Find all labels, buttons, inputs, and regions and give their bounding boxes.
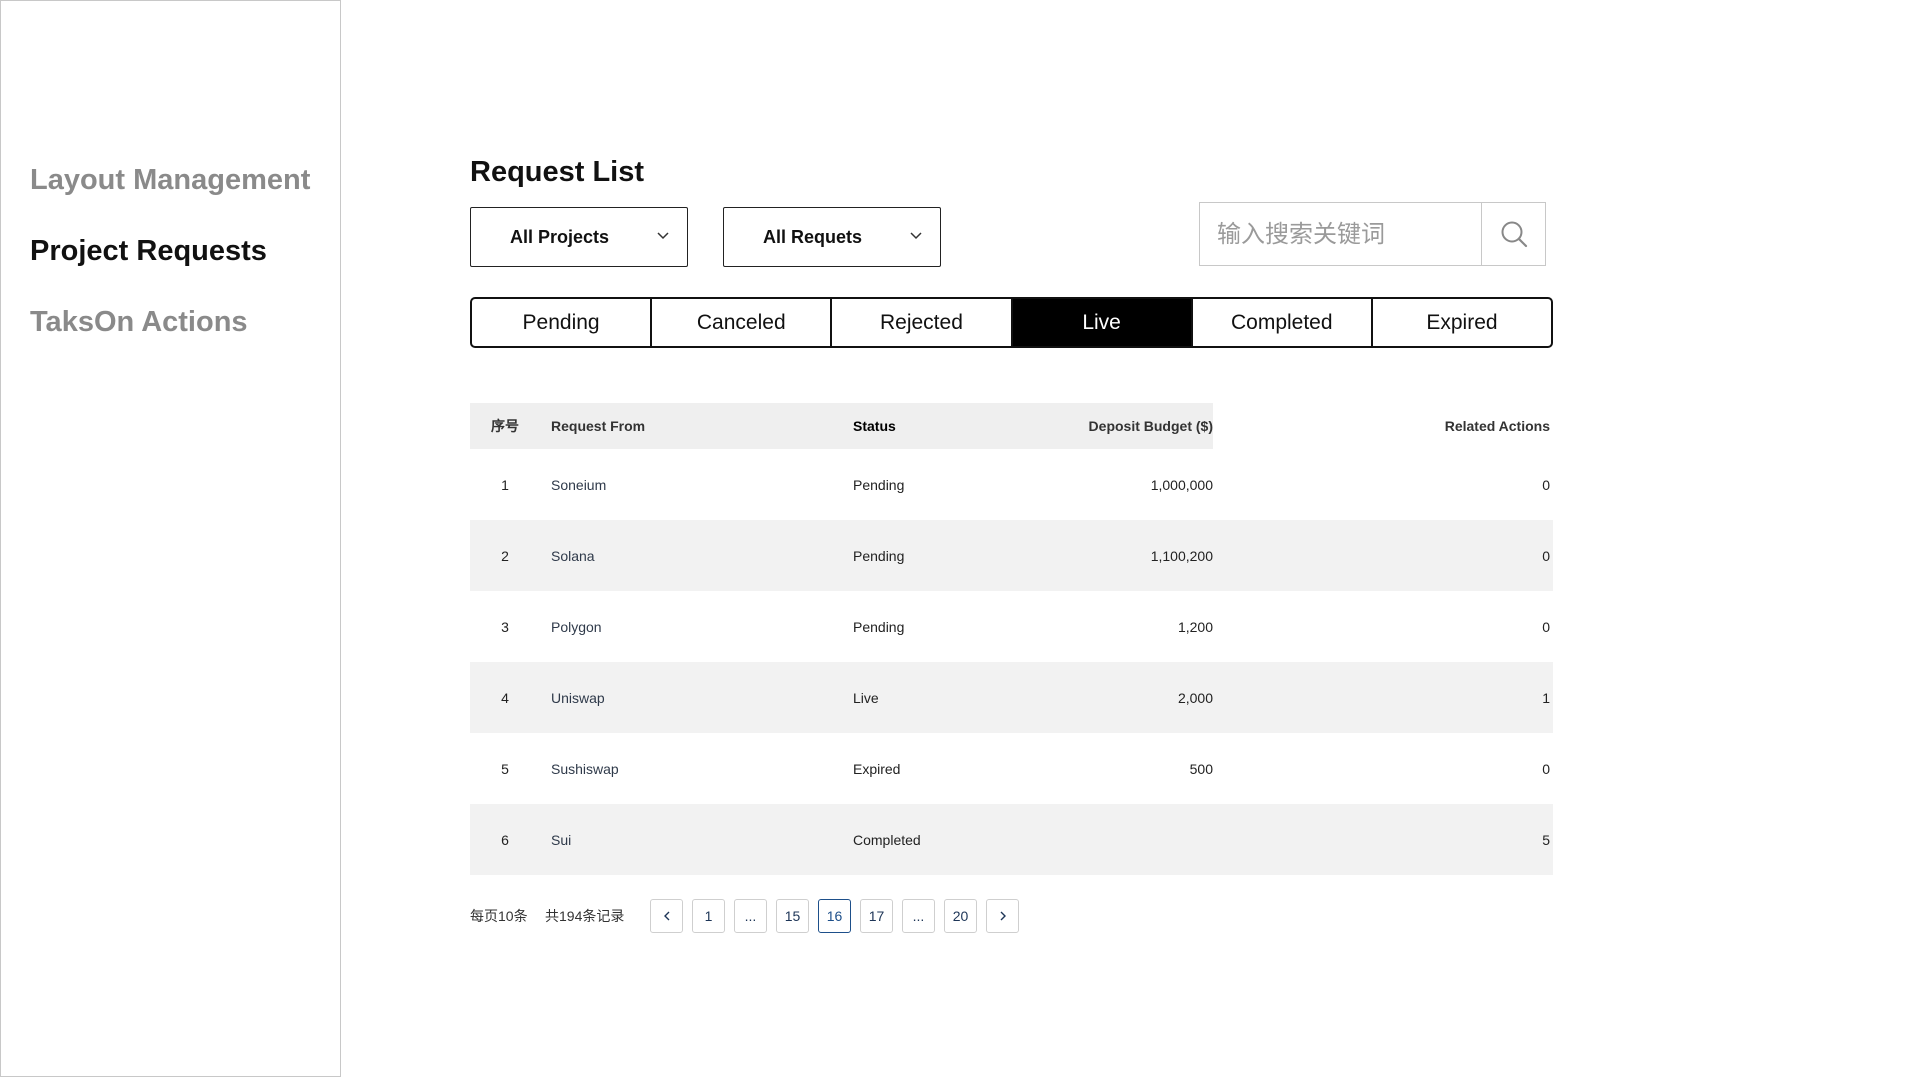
table-row[interactable]: 4 Uniswap Live 2,000 1 xyxy=(470,662,1553,733)
row-index: 3 xyxy=(501,618,509,635)
row-deposit-budget: 500 xyxy=(1189,760,1213,777)
row-related-actions: 0 xyxy=(1542,547,1550,564)
row-index: 2 xyxy=(501,547,509,564)
row-status: Pending xyxy=(853,476,905,493)
row-status: Expired xyxy=(853,760,901,777)
tab-pending[interactable]: Pending xyxy=(472,299,653,346)
row-status: Live xyxy=(853,689,879,706)
page-ellipsis[interactable]: ... xyxy=(734,899,767,933)
row-index: 6 xyxy=(501,831,509,848)
row-status: Pending xyxy=(853,618,905,635)
tab-completed[interactable]: Completed xyxy=(1193,299,1373,346)
row-status: Pending xyxy=(853,547,905,564)
projects-filter-label: All Projects xyxy=(510,226,610,247)
row-deposit-budget: 1,200 xyxy=(1177,618,1213,635)
row-related-actions: 0 xyxy=(1542,618,1550,635)
row-deposit-budget: 2,000 xyxy=(1177,689,1213,706)
row-related-actions: 0 xyxy=(1542,476,1550,493)
search-input[interactable] xyxy=(1200,203,1481,265)
table-row[interactable]: 5 Sushiswap Expired 500 0 xyxy=(470,733,1553,804)
chevron-down-icon xyxy=(657,232,669,240)
row-deposit-budget: 1,100,200 xyxy=(1150,547,1213,564)
requests-filter-dropdown[interactable]: All Requets xyxy=(723,207,941,267)
chevron-right-icon xyxy=(1000,911,1006,921)
row-related-actions: 5 xyxy=(1542,831,1550,848)
chevron-down-icon xyxy=(910,232,922,240)
search-icon xyxy=(1501,221,1527,248)
request-table: 序号 Request From Status Deposit Budget ($… xyxy=(470,403,1553,875)
per-page-info: 每页10条 xyxy=(470,908,528,924)
row-request-from: Soneium xyxy=(551,476,607,493)
row-request-from: Sui xyxy=(551,831,572,848)
next-page-button[interactable] xyxy=(986,899,1019,933)
page-button[interactable]: 20 xyxy=(944,899,977,933)
page-button[interactable]: 15 xyxy=(776,899,809,933)
tab-live[interactable]: Live xyxy=(1012,299,1193,346)
row-deposit-budget: 1,000,000 xyxy=(1150,476,1213,493)
sidebar-item-project-requests[interactable]: Project Requests xyxy=(30,235,267,268)
page-button[interactable]: 17 xyxy=(860,899,893,933)
search-button[interactable] xyxy=(1481,203,1545,265)
header-status: Status xyxy=(853,418,896,434)
page-button[interactable]: 1 xyxy=(692,899,725,933)
row-status: Completed xyxy=(853,831,921,848)
sidebar-item-layout-management[interactable]: Layout Management xyxy=(30,164,310,197)
pagination: 每页10条 共194条记录 1 ... 15 16 17 ... 20 xyxy=(470,899,1070,933)
row-request-from: Solana xyxy=(551,547,595,564)
header-deposit-budget: Deposit Budget ($) xyxy=(1088,418,1213,434)
main-content: Request List All Projects All Requets Pe… xyxy=(470,0,1570,1077)
row-related-actions: 1 xyxy=(1542,689,1550,706)
table-row[interactable]: 3 Polygon Pending 1,200 0 xyxy=(470,591,1553,662)
row-request-from: Uniswap xyxy=(551,689,605,706)
sidebar-item-takson-actions[interactable]: TaksOn Actions xyxy=(30,306,248,339)
header-request-from: Request From xyxy=(551,418,646,434)
chevron-left-icon xyxy=(663,911,669,921)
tab-rejected[interactable]: Rejected xyxy=(832,299,1013,346)
tab-canceled[interactable]: Canceled xyxy=(652,299,833,346)
tab-expired[interactable]: Expired xyxy=(1373,299,1551,346)
total-records-info: 共194条记录 xyxy=(545,908,625,924)
page-ellipsis[interactable]: ... xyxy=(902,899,935,933)
table-header: 序号 Request From Status Deposit Budget ($… xyxy=(470,403,1553,449)
header-index: 序号 xyxy=(491,418,519,434)
table-row[interactable]: 1 Soneium Pending 1,000,000 0 xyxy=(470,449,1553,520)
sidebar: Layout Management Project Requests TaksO… xyxy=(0,0,341,1077)
requests-filter-label: All Requets xyxy=(763,226,863,247)
table-row[interactable]: 6 Sui Completed 5 xyxy=(470,804,1553,875)
page-button-current[interactable]: 16 xyxy=(818,899,851,933)
row-request-from: Polygon xyxy=(551,618,602,635)
table-row[interactable]: 2 Solana Pending 1,100,200 0 xyxy=(470,520,1553,591)
row-request-from: Sushiswap xyxy=(551,760,619,777)
prev-page-button[interactable] xyxy=(650,899,683,933)
row-related-actions: 0 xyxy=(1542,760,1550,777)
status-tabs: Pending Canceled Rejected Live Completed… xyxy=(470,297,1553,348)
projects-filter-dropdown[interactable]: All Projects xyxy=(470,207,688,267)
page-title: Request List xyxy=(470,156,645,188)
search-box xyxy=(1199,202,1546,266)
row-index: 4 xyxy=(501,689,509,706)
row-index: 5 xyxy=(501,760,509,777)
header-related-actions: Related Actions xyxy=(1444,418,1550,434)
row-index: 1 xyxy=(501,476,509,493)
